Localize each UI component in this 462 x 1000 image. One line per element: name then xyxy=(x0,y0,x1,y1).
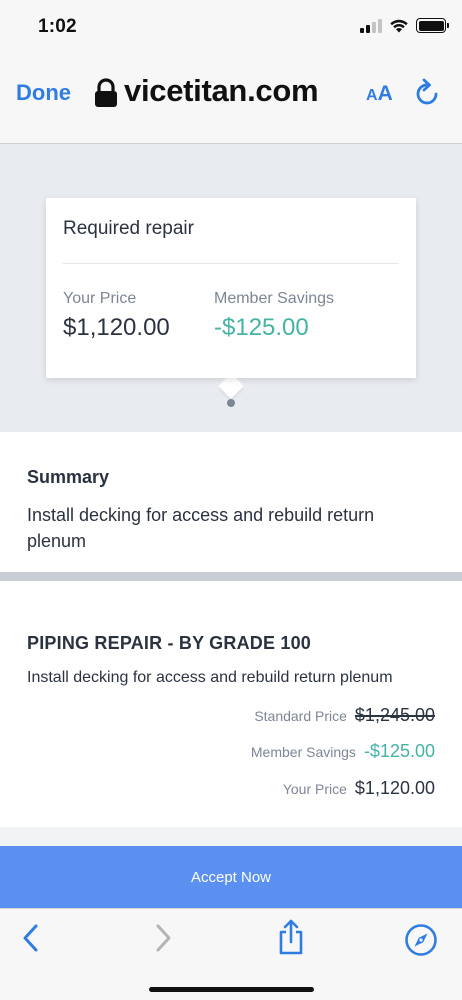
item-section: PIPING REPAIR - BY GRADE 100 Install dec… xyxy=(0,581,462,827)
your-price-label: Your Price xyxy=(63,290,137,307)
your-price-value: $1,120.00 xyxy=(63,314,170,341)
item-member-savings-label: Member Savings xyxy=(250,744,356,760)
compass-icon[interactable] xyxy=(404,923,438,957)
status-time: 1:02 xyxy=(38,16,77,37)
browser-bar: Done vicetitan.com A A xyxy=(0,56,462,144)
summary-heading: Summary xyxy=(27,467,110,487)
status-bar: 1:02 xyxy=(0,0,462,56)
browser-toolbar xyxy=(0,908,462,1000)
item-title: PIPING REPAIR - BY GRADE 100 xyxy=(27,633,312,653)
item-member-savings-value: -$125.00 xyxy=(363,741,435,761)
done-button[interactable]: Done xyxy=(16,80,71,106)
accept-now-button[interactable]: Accept Now xyxy=(0,846,462,908)
text-size-large-label: A xyxy=(377,82,393,105)
standard-price-label: Standard Price xyxy=(254,708,347,724)
member-savings-label: Member Savings xyxy=(214,290,335,307)
price-card: Required repair Your Price $1,120.00 Mem… xyxy=(46,198,416,378)
item-your-price-label: Your Price xyxy=(282,781,347,797)
lock-icon xyxy=(95,78,117,107)
standard-price-value: $1,245.00 xyxy=(354,705,435,725)
item-description: Install decking for access and rebuild r… xyxy=(27,669,393,686)
reload-icon[interactable] xyxy=(414,78,442,108)
battery-icon xyxy=(416,18,449,33)
carousel-dot[interactable] xyxy=(227,399,235,407)
back-icon[interactable] xyxy=(20,923,44,953)
summary-text: Install decking for access and rebuild r… xyxy=(27,505,375,551)
text-size-button[interactable]: A A xyxy=(366,82,393,106)
status-icons xyxy=(360,18,449,33)
home-indicator xyxy=(149,987,314,992)
forward-icon[interactable] xyxy=(150,923,174,953)
your-price-row: Your Price $1,120.00 xyxy=(283,778,435,799)
member-savings-value: -$125.00 xyxy=(214,314,309,341)
summary-section: Summary Install decking for access and r… xyxy=(0,432,462,572)
card-title: Required repair xyxy=(63,218,194,239)
share-icon[interactable] xyxy=(276,919,306,955)
footer-spacer xyxy=(0,827,462,847)
section-divider xyxy=(0,572,462,581)
item-your-price-value: $1,120.00 xyxy=(354,778,435,798)
url-text[interactable]: vicetitan.com xyxy=(124,73,319,109)
card-divider xyxy=(63,263,399,264)
member-savings-row: Member Savings -$125.00 xyxy=(251,741,435,762)
price-carousel[interactable]: Required repair Your Price $1,120.00 Mem… xyxy=(0,144,462,432)
wifi-icon xyxy=(390,19,408,33)
cellular-signal-icon xyxy=(360,18,382,33)
text-size-small-label: A xyxy=(366,87,378,104)
standard-price-row: Standard Price $1,245.00 xyxy=(254,705,435,726)
